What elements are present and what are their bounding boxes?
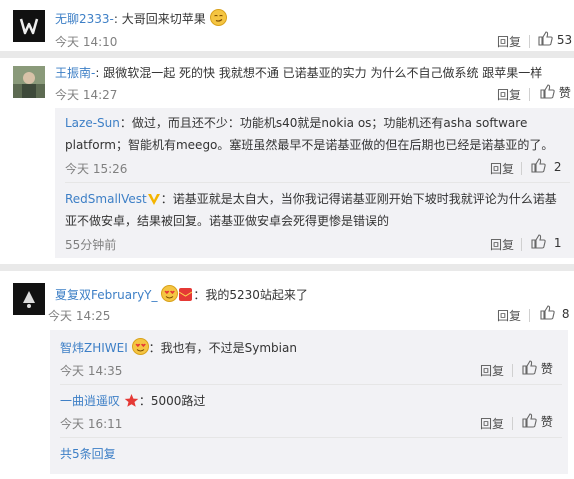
- comment-username[interactable]: 王振南-: [55, 66, 95, 80]
- verified-v-icon: [147, 193, 161, 209]
- reply-button[interactable]: 回复: [497, 86, 521, 103]
- reply-username[interactable]: 智炜ZHIWEI: [60, 341, 128, 355]
- comment-time: 今天 14:27: [55, 88, 118, 102]
- reply-colon: ：: [119, 116, 132, 130]
- reply-username[interactable]: Laze-Sun: [65, 116, 120, 130]
- reply-text-line-2: platform；智能机有meego。塞班虽然最早不是诺基亚做的但在后期也已经是…: [65, 138, 554, 152]
- more-replies-link[interactable]: 共5条回复: [60, 445, 116, 462]
- comment-card-2: 王振南-: 跟微软混一起 死的快 我就想不通 已诺基亚的实力 为什么不自己做系统…: [0, 58, 574, 264]
- like-button[interactable]: 53: [538, 31, 572, 49]
- reply-colon: ：: [138, 394, 151, 408]
- like-button[interactable]: 赞: [522, 413, 553, 431]
- reply-text-line: 智炜ZHIWEI ：我也有，不过是Symbian: [60, 338, 297, 358]
- comment-text: 大哥回来切苹果: [121, 12, 206, 26]
- like-button[interactable]: 赞: [522, 360, 553, 378]
- reply-text-line: 一曲逍遥叹 ：5000路过: [60, 392, 205, 411]
- reply-divider: [60, 384, 562, 385]
- heart-eyes-emoji-icon: [131, 338, 149, 358]
- card-gap: [0, 51, 574, 58]
- divider: [512, 364, 513, 377]
- reply-time: 今天 16:11: [60, 417, 123, 431]
- comment-card-1: 无聊2333-: 大哥回来切苹果 今天 14:10 回复 53: [0, 0, 574, 51]
- avatar-photo: [13, 66, 45, 98]
- divider: [521, 238, 522, 251]
- like-button[interactable]: 8: [540, 305, 569, 323]
- comment-colon: ：: [193, 288, 206, 302]
- replies-box: Laze-Sun：做过，而且还不少：功能机s40就是nokia os；功能机还有…: [55, 108, 574, 258]
- thumbs-up-icon: [531, 158, 546, 176]
- comment-text-line: 无聊2333-: 大哥回来切苹果: [55, 9, 227, 29]
- reply-time: 今天 15:26: [65, 162, 128, 176]
- like-button[interactable]: 1: [531, 234, 561, 252]
- card-gap: [0, 264, 574, 271]
- like-button[interactable]: 2: [531, 158, 561, 176]
- reply-button[interactable]: 回复: [480, 362, 504, 379]
- reply-text-line-1: RedSmallVest ：诺基亚就是太自大，当你我记得诺基亚刚开始下坡时我就评论…: [65, 190, 557, 209]
- reply-time: 55分钟前: [65, 238, 117, 252]
- thumbs-up-icon: [538, 31, 553, 49]
- reply-button[interactable]: 回复: [497, 33, 521, 50]
- divider: [512, 417, 513, 430]
- like-label: 赞: [558, 86, 571, 100]
- like-count: 53: [556, 33, 573, 47]
- thumbs-up-icon: [540, 305, 555, 323]
- smirk-emoji-icon: [209, 9, 227, 29]
- reply-time: 今天 14:35: [60, 364, 123, 378]
- reply-divider: [60, 437, 562, 438]
- heart-eyes-emoji-icon: [161, 285, 179, 305]
- reply-button[interactable]: 回复: [490, 236, 514, 253]
- reply-text-line-1: Laze-Sun：做过，而且还不少：功能机s40就是nokia os；功能机还有…: [65, 114, 527, 131]
- divider: [529, 35, 530, 48]
- reply-text: 我也有，不过是Symbian: [160, 341, 297, 355]
- avatar-dark: [13, 283, 45, 315]
- avatar[interactable]: [13, 10, 45, 42]
- reply-username[interactable]: RedSmallVest: [65, 192, 147, 206]
- like-button[interactable]: 赞: [540, 84, 571, 102]
- divider: [529, 88, 530, 101]
- like-label: 赞: [540, 362, 553, 376]
- divider: [529, 309, 530, 322]
- reply-colon: ：: [160, 192, 173, 206]
- reply-username[interactable]: 一曲逍遥叹: [60, 394, 120, 408]
- replies-box: 智炜ZHIWEI ：我也有，不过是Symbian 今天 14:35 回复 赞 一…: [50, 330, 568, 474]
- comment-text: 跟微软混一起 死的快 我就想不通 已诺基亚的实力 为什么不自己做系统 跟苹果一样: [103, 66, 543, 80]
- like-count: 1: [553, 236, 562, 250]
- like-count: 2: [553, 160, 562, 174]
- reply-text-line-2: 亚不做安卓，结果被回复。诺基亚做安卓会死得更惨是错误的: [65, 214, 390, 228]
- avatar-w-logo: [13, 10, 45, 42]
- reply-text: 诺基亚就是太自大，当你我记得诺基亚刚开始下坡时我就评论为什么诺基: [172, 192, 557, 206]
- comment-time: 今天 14:25: [48, 309, 111, 323]
- reply-button[interactable]: 回复: [490, 160, 514, 177]
- thumbs-up-icon: [531, 234, 546, 252]
- comment-text: 我的5230站起来了: [205, 288, 308, 302]
- comment-text-line: 王振南-: 跟微软混一起 死的快 我就想不通 已诺基亚的实力 为什么不自己做系统…: [55, 64, 542, 81]
- divider: [521, 162, 522, 175]
- reply-text: 5000路过: [150, 394, 206, 408]
- comment-colon: :: [95, 66, 100, 80]
- reply-text: 做过，而且还不少：功能机s40就是nokia os；功能机还有asha soft…: [131, 116, 528, 130]
- comment-card-3: 夏复双FebruaryY_ ：我的5230站起来了 今天 14:25 回复 8 …: [0, 271, 574, 479]
- reply-button[interactable]: 回复: [497, 307, 521, 324]
- red-envelope-icon: [178, 287, 193, 305]
- thumbs-up-icon: [522, 413, 537, 431]
- thumbs-up-icon: [522, 360, 537, 378]
- like-count: 8: [561, 307, 570, 321]
- reply-divider: [65, 182, 570, 183]
- comment-username[interactable]: 夏复双FebruaryY_: [55, 288, 158, 302]
- comment-time: 今天 14:10: [55, 35, 118, 49]
- like-label: 赞: [540, 415, 553, 429]
- thumbs-up-icon: [540, 84, 555, 102]
- reply-colon: ：: [148, 341, 161, 355]
- comment-colon: :: [113, 12, 118, 26]
- reply-button[interactable]: 回复: [480, 415, 504, 432]
- avatar[interactable]: [13, 66, 45, 98]
- comment-text-line: 夏复双FebruaryY_ ：我的5230站起来了: [55, 285, 308, 305]
- avatar[interactable]: [13, 283, 45, 315]
- comment-username[interactable]: 无聊2333-: [55, 12, 114, 26]
- red-star-icon: [124, 393, 139, 411]
